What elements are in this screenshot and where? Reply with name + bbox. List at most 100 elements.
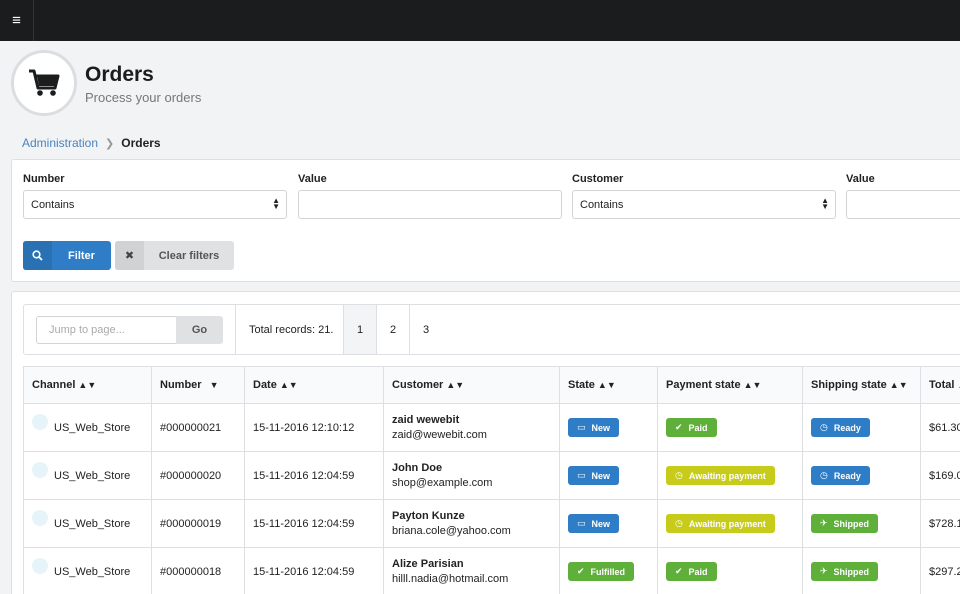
customer-filter-select[interactable]: Contains ▲ ▼ xyxy=(572,190,836,219)
customer-cell: zaid wewebit zaid@wewebit.com xyxy=(383,403,560,452)
customer-cell: Payton Kunze briana.cole@yahoo.com xyxy=(383,499,560,548)
inbox-icon: ▭ xyxy=(577,470,586,480)
sort-icon: ▲▼ xyxy=(597,380,616,390)
table-row[interactable]: US_Web_Store #000000018 15-11-2016 12:04… xyxy=(23,547,960,594)
state-badge: ▭ New xyxy=(568,418,620,437)
page-3-link[interactable]: 3 xyxy=(409,305,442,354)
payment-state-badge: ✔ Paid xyxy=(666,418,717,437)
column-header-channel[interactable]: Channel ▲▼ xyxy=(23,366,152,404)
shipping-state-cell: ✈ Shipped xyxy=(802,547,921,594)
column-header-customer[interactable]: Customer ▲▼ xyxy=(383,366,560,404)
column-header-shipping-state[interactable]: Shipping state ▲▼ xyxy=(802,366,921,404)
chevron-right-icon: ❯ xyxy=(105,137,115,150)
shopping-cart-icon xyxy=(11,50,77,116)
plane-icon: ✈ xyxy=(820,566,828,576)
state-badge: ✔ Fulfilled xyxy=(568,562,635,581)
shipping-state-badge: ◷ Ready xyxy=(811,466,870,485)
channel-color-dot xyxy=(32,413,48,430)
filter-panel: Number Contains ▲ ▼ Value Customer Contai… xyxy=(11,159,960,282)
customer-email: hilll.nadia@hotmail.com xyxy=(392,573,509,585)
customer-cell: John Doe shop@example.com xyxy=(383,451,560,500)
inbox-icon: ▭ xyxy=(577,422,586,432)
customer-filter-label: Customer xyxy=(572,173,624,185)
sort-icon: ▲▼ xyxy=(446,380,465,390)
close-icon: ✖ xyxy=(115,241,144,270)
sort-icon: ▲▼ xyxy=(889,380,908,390)
payment-state-badge: ◷ Awaiting payment xyxy=(666,466,775,485)
page-2-link[interactable]: 2 xyxy=(376,305,409,354)
table-row[interactable]: US_Web_Store #000000019 15-11-2016 12:04… xyxy=(23,499,960,548)
column-header-total[interactable]: Total▲▼ xyxy=(920,366,960,404)
customer-email: zaid@wewebit.com xyxy=(392,429,487,441)
number-value-input[interactable] xyxy=(298,190,562,219)
total-cell: $169.0 xyxy=(920,451,960,500)
number-filter-select[interactable]: Contains ▲ ▼ xyxy=(23,190,287,219)
customer-filter-value: Contains xyxy=(580,198,624,211)
channel-cell: US_Web_Store xyxy=(23,403,152,452)
sort-icon: ▲▼ xyxy=(279,380,298,390)
customer-name: zaid wewebit xyxy=(392,414,460,426)
clock-icon: ◷ xyxy=(820,422,828,432)
channel-cell: US_Web_Store xyxy=(23,451,152,500)
state-cell: ▭ New xyxy=(559,499,658,548)
shipping-state-badge: ✈ Shipped xyxy=(811,562,879,581)
filter-button-label: Filter xyxy=(68,249,95,262)
shipping-state-cell: ◷ Ready xyxy=(802,451,921,500)
customer-name: Payton Kunze xyxy=(392,510,465,522)
sort-arrows-icon: ▲ ▼ xyxy=(821,196,829,211)
total-cell: $728.1 xyxy=(920,499,960,548)
payment-state-badge: ✔ Paid xyxy=(666,562,717,581)
number-cell: #000000020 xyxy=(151,451,245,500)
channel-cell: US_Web_Store xyxy=(23,547,152,594)
clock-icon: ◷ xyxy=(675,470,683,480)
sort-icon: ▲▼ xyxy=(78,380,97,390)
payment-state-cell: ✔ Paid xyxy=(657,547,803,594)
sort-arrows-icon: ▲ ▼ xyxy=(272,196,280,211)
column-header-number[interactable]: Number ▼ xyxy=(151,366,245,404)
number-value-label: Value xyxy=(298,173,327,185)
page-title: Orders xyxy=(85,63,154,86)
shipping-state-badge: ✈ Shipped xyxy=(811,514,879,533)
customer-name: John Doe xyxy=(392,462,443,474)
inbox-icon: ▭ xyxy=(577,518,586,528)
number-cell: #000000018 xyxy=(151,547,245,594)
state-badge: ▭ New xyxy=(568,466,620,485)
sort-icon: ▲▼ xyxy=(743,380,762,390)
number-cell: #000000021 xyxy=(151,403,245,452)
customer-cell: Alize Parisian hilll.nadia@hotmail.com xyxy=(383,547,560,594)
page-subtitle: Process your orders xyxy=(85,90,202,105)
column-header-payment-state[interactable]: Payment state ▲▼ xyxy=(657,366,803,404)
check-icon: ✔ xyxy=(675,566,683,576)
state-cell: ▭ New xyxy=(559,451,658,500)
state-badge: ▭ New xyxy=(568,514,620,533)
shipping-state-badge: ◷ Ready xyxy=(811,418,870,437)
jump-to-page-input[interactable]: Jump to page... xyxy=(36,316,176,344)
channel-cell: US_Web_Store xyxy=(23,499,152,548)
number-filter-value: Contains xyxy=(31,198,75,211)
page-1-link[interactable]: 1 xyxy=(343,305,376,354)
payment-state-cell: ◷ Awaiting payment xyxy=(657,451,803,500)
payment-state-badge: ◷ Awaiting payment xyxy=(666,514,775,533)
breadcrumb-current: Orders xyxy=(121,136,161,150)
date-cell: 15-11-2016 12:04:59 xyxy=(244,547,384,594)
search-icon xyxy=(23,241,52,270)
clock-icon: ◷ xyxy=(675,518,683,528)
total-records: Total records: 21. xyxy=(235,305,343,354)
column-header-state[interactable]: State ▲▼ xyxy=(559,366,658,404)
date-cell: 15-11-2016 12:04:59 xyxy=(244,451,384,500)
column-header-date[interactable]: Date ▲▼ xyxy=(244,366,384,404)
table-row[interactable]: US_Web_Store #000000021 15-11-2016 12:10… xyxy=(23,403,960,452)
menu-icon[interactable]: ≡ xyxy=(0,0,34,41)
customer-value-label: Value xyxy=(846,173,875,185)
top-bar: ≡ xyxy=(0,0,960,41)
shipping-state-cell: ✈ Shipped xyxy=(802,499,921,548)
breadcrumb: Administration ❯ Orders xyxy=(22,136,161,150)
total-cell: $297.2 xyxy=(920,547,960,594)
breadcrumb-administration[interactable]: Administration xyxy=(22,136,98,150)
state-cell: ✔ Fulfilled xyxy=(559,547,658,594)
filter-button[interactable]: Filter xyxy=(23,241,111,270)
clear-filters-button[interactable]: ✖ Clear filters xyxy=(115,241,234,270)
customer-value-input[interactable] xyxy=(846,190,960,219)
table-row[interactable]: US_Web_Store #000000020 15-11-2016 12:04… xyxy=(23,451,960,500)
go-button[interactable]: Go xyxy=(176,316,223,344)
